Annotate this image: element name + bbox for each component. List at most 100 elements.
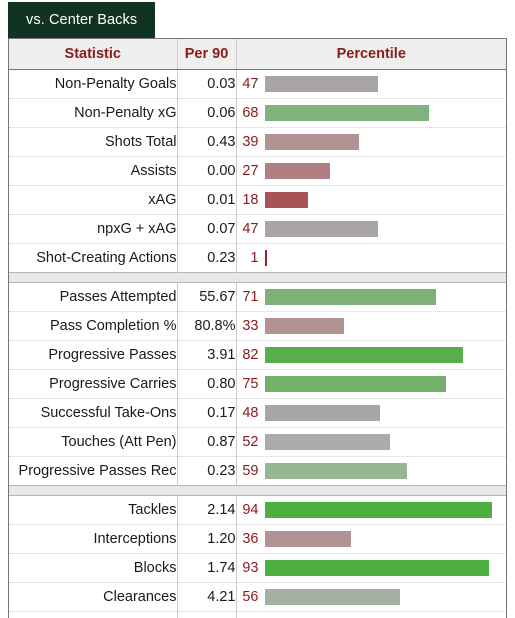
percentile-cell-inner: 27 (237, 157, 507, 185)
percentile-cell-inner: 71 (237, 283, 507, 311)
cell-statistic: Aerials won (9, 611, 178, 618)
percentile-bar-track (264, 128, 507, 156)
cell-percentile: 36 (236, 524, 507, 554)
table-row[interactable]: Blocks 1.74 93 (9, 553, 507, 583)
cell-percentile: 75 (236, 369, 507, 399)
tab-vs-center-backs[interactable]: vs. Center Backs (8, 2, 156, 38)
percentile-bar-track (264, 244, 507, 272)
percentile-value: 94 (242, 502, 259, 518)
cell-percentile: 33 (236, 311, 507, 341)
cell-percentile: 59 (236, 456, 507, 486)
cell-percentile: 93 (236, 553, 507, 583)
cell-percentile: 63 (236, 611, 507, 618)
cell-statistic: Non-Penalty Goals (9, 69, 178, 99)
cell-per90: 0.87 (177, 427, 237, 457)
percentile-bar (264, 192, 308, 208)
cell-statistic: Progressive Passes Rec (9, 456, 178, 486)
table-row[interactable]: Tackles 2.14 94 (9, 495, 507, 525)
percentile-value: 33 (242, 318, 259, 334)
cell-statistic: Clearances (9, 582, 178, 612)
tab-label: vs. Center Backs (26, 12, 138, 28)
percentile-bar-track (265, 612, 507, 618)
table-row[interactable]: Touches (Att Pen) 0.87 52 (9, 427, 507, 457)
percentile-bar (264, 105, 429, 121)
scouting-report-panel: vs. Center Backs Statistic Per 90 Percen… (0, 0, 515, 618)
percentile-bar-track (264, 215, 507, 243)
percentile-bar-track (264, 583, 507, 611)
percentile-bar (264, 134, 359, 150)
table-row[interactable]: Progressive Carries 0.80 75 (9, 369, 507, 399)
percentile-bar (264, 589, 400, 605)
percentile-bar (264, 289, 436, 305)
section-separator (9, 485, 506, 496)
percentile-bar-track (264, 70, 507, 98)
percentile-bar-track (264, 428, 507, 456)
column-header-percentile[interactable]: Percentile (236, 39, 506, 70)
table-row[interactable]: Pass Completion % 80.8% 33 (9, 311, 507, 341)
column-header-per90[interactable]: Per 90 (177, 39, 237, 70)
table-row[interactable]: Progressive Passes 3.91 82 (9, 340, 507, 370)
table-header: Statistic Per 90 Percentile (9, 39, 506, 70)
percentile-value: 75 (242, 376, 259, 392)
table-row[interactable]: Shot-Creating Actions 0.23 1 (9, 243, 507, 273)
percentile-value: 1 (250, 250, 259, 266)
cell-per90: 4.21 (177, 582, 237, 612)
cell-statistic: Non-Penalty xG (9, 98, 178, 128)
cell-statistic: Pass Completion % (9, 311, 178, 341)
percentile-cell-inner: 75 (237, 370, 507, 398)
table-row[interactable]: npxG + xAG 0.07 47 (9, 214, 507, 244)
table-row[interactable]: Successful Take-Ons 0.17 48 (9, 398, 506, 428)
table-row[interactable]: Non-Penalty Goals 0.03 47 (9, 69, 507, 99)
percentile-bar-track (264, 457, 507, 485)
percentile-bar (264, 434, 391, 450)
percentile-value: 36 (242, 531, 259, 547)
table-row[interactable]: Passes Attempted 55.67 71 (9, 282, 507, 312)
table-row[interactable]: xAG 0.01 18 (9, 185, 507, 215)
table-row[interactable]: Interceptions 1.20 36 (9, 524, 507, 554)
cell-per90: 1.74 (177, 553, 237, 583)
cell-per90: 1.20 (177, 524, 237, 554)
cell-statistic: Passes Attempted (9, 282, 178, 312)
cell-statistic: Shots Total (9, 127, 178, 157)
cell-per90: 2.14 (177, 495, 237, 525)
percentile-bar-track (264, 157, 507, 185)
percentile-bar (264, 531, 352, 547)
percentile-value: 93 (242, 560, 259, 576)
percentile-value: 18 (242, 192, 259, 208)
column-header-statistic[interactable]: Statistic (9, 39, 178, 70)
table-row[interactable]: Assists 0.00 27 (9, 156, 507, 186)
cell-per90: 0.43 (177, 127, 237, 157)
table-row[interactable]: Shots Total 0.43 39 (9, 127, 507, 157)
section-separator-cell (9, 485, 506, 496)
percentile-value: 59 (242, 463, 259, 479)
cell-percentile: 18 (236, 185, 507, 215)
percentile-bar (264, 221, 378, 237)
cell-per90: 0.07 (177, 214, 237, 244)
percentile-bar-track (264, 312, 507, 340)
percentile-bar-track (264, 554, 507, 582)
section-separator (9, 272, 506, 283)
cell-percentile: 94 (236, 495, 507, 525)
percentile-bar (264, 347, 463, 363)
table-row[interactable]: Aerials won2.6063 (9, 611, 507, 618)
table-row[interactable]: Non-Penalty xG 0.06 68 (9, 98, 506, 128)
table-row[interactable]: Clearances 4.21 56 (9, 582, 507, 612)
percentile-bar (264, 318, 345, 334)
cell-percentile: 52 (236, 427, 507, 457)
cell-statistic: xAG (9, 185, 178, 215)
percentile-cell-inner: 63 (237, 612, 507, 618)
percentile-cell-inner: 18 (237, 186, 507, 214)
table-row[interactable]: Progressive Passes Rec 0.23 59 (9, 456, 507, 486)
cell-percentile: 39 (236, 127, 507, 157)
percentile-value: 47 (242, 221, 259, 237)
percentile-bar-track (264, 525, 507, 553)
cell-statistic: Interceptions (9, 524, 178, 554)
cell-statistic: Blocks (9, 553, 178, 583)
cell-per90: 55.67 (177, 282, 237, 312)
percentile-value: 52 (242, 434, 259, 450)
cell-statistic: Assists (9, 156, 178, 186)
cell-statistic: Progressive Carries (9, 369, 178, 399)
percentile-cell-inner: 82 (237, 341, 507, 369)
percentile-bar-track (264, 496, 507, 524)
percentile-cell-inner: 47 (237, 215, 507, 243)
